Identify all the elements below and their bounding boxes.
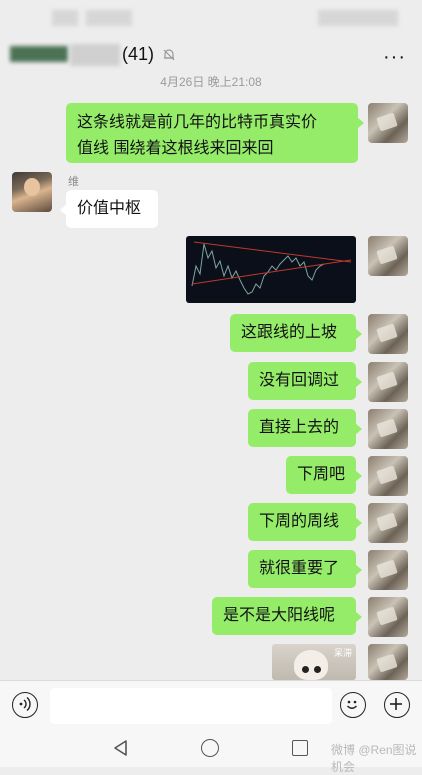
status-blur-left-2: [86, 10, 132, 26]
message-text: 直接上去的: [259, 419, 340, 436]
price-chart-thumbnail: [191, 241, 352, 295]
my-avatar[interactable]: [368, 644, 408, 680]
voice-wave-icon: [19, 696, 31, 712]
more-options-icon[interactable]: ···: [383, 46, 406, 69]
home-circle-icon[interactable]: [201, 739, 219, 757]
message-text: 这跟线的上坡: [241, 324, 338, 341]
more-functions-button[interactable]: [384, 692, 410, 718]
my-avatar[interactable]: [368, 550, 408, 590]
sender-name: 维: [68, 176, 79, 188]
message-text: 这条线就是前几年的比特币真实价: [77, 114, 318, 131]
status-blur-right: [318, 10, 398, 26]
message-bubble-sent[interactable]: 下周吧: [286, 456, 362, 494]
recent-apps-square-icon[interactable]: [292, 740, 308, 756]
smiley-icon: [347, 700, 357, 709]
message-bubble-sent[interactable]: 下周的周线: [248, 503, 362, 541]
message-bubble-sent[interactable]: 就很重要了: [248, 550, 362, 588]
cat-eye: [314, 666, 321, 673]
message-text: 是不是大阳线呢: [223, 607, 336, 624]
message-timestamp: 4月26日 晚上21:08: [160, 75, 262, 89]
back-triangle-icon[interactable]: [112, 739, 130, 757]
message-text: 下周的周线: [259, 513, 340, 530]
chat-header: (41) ···: [0, 36, 422, 76]
message-bubble-sent[interactable]: 直接上去的: [248, 409, 362, 447]
message-bubble-sent[interactable]: 是不是大阳线呢: [212, 597, 362, 635]
voice-input-button[interactable]: [12, 692, 38, 718]
message-bubble-sent[interactable]: 没有回调过: [248, 362, 362, 400]
my-avatar[interactable]: [368, 103, 408, 143]
chart-image-message[interactable]: [186, 236, 356, 303]
sticker-caption: 呆滞: [333, 648, 352, 658]
chat-input-bar: [0, 680, 422, 731]
sender-avatar[interactable]: [12, 172, 52, 212]
cat-sticker-message[interactable]: 呆滞: [272, 644, 356, 680]
my-avatar[interactable]: [368, 503, 408, 543]
emoji-button[interactable]: [340, 692, 366, 718]
message-bubble-sent[interactable]: 这跟线的上坡: [230, 314, 362, 352]
cat-face-icon: [294, 650, 328, 680]
chat-title-redacted-2: [70, 44, 120, 66]
message-text: 值线 围绕着这根线来回来回: [77, 140, 274, 157]
message-bubble-sent[interactable]: 这条线就是前几年的比特币真实价 值线 围绕着这根线来回来回: [66, 103, 364, 163]
weibo-watermark: 微博 @Ren图说机会: [331, 743, 417, 774]
my-avatar[interactable]: [368, 597, 408, 637]
message-input[interactable]: [50, 688, 332, 724]
status-bar: [0, 0, 422, 30]
message-text: 没有回调过: [259, 372, 340, 389]
message-bubble-received[interactable]: 价值中枢: [60, 190, 158, 228]
group-member-count: (41): [122, 44, 155, 64]
message-text: 就很重要了: [259, 560, 340, 577]
my-avatar[interactable]: [368, 409, 408, 449]
message-text: 下周吧: [297, 466, 346, 483]
plus-icon: [390, 698, 402, 710]
chat-title-redacted: [10, 46, 68, 62]
mute-bell-icon: [163, 49, 175, 61]
my-avatar[interactable]: [368, 314, 408, 354]
message-text: 价值中枢: [77, 200, 142, 217]
my-avatar[interactable]: [368, 362, 408, 402]
my-avatar[interactable]: [368, 456, 408, 496]
cat-eye: [302, 666, 309, 673]
my-avatar[interactable]: [368, 236, 408, 276]
status-blur-left: [52, 10, 78, 26]
